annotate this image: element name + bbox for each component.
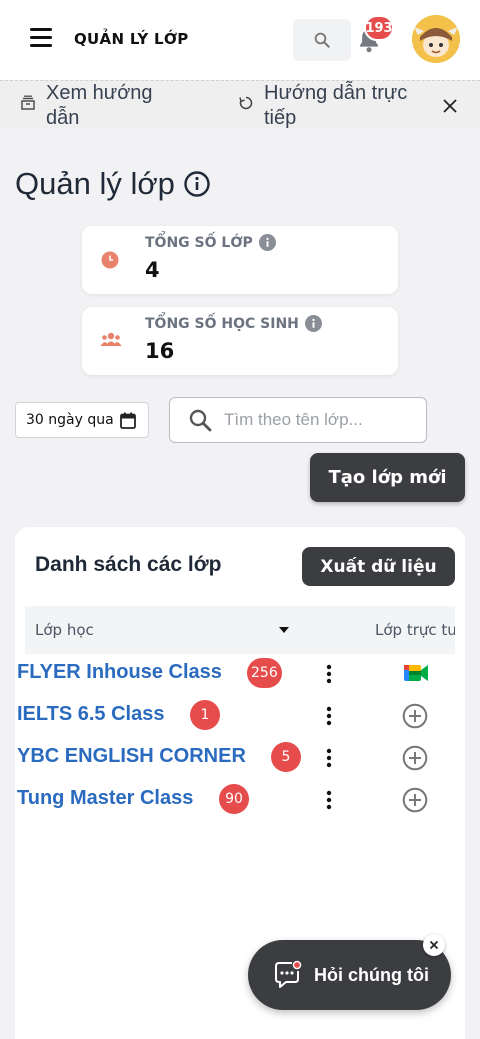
stat-label: TỔNG SỐ LỚP [145,234,276,251]
create-class-button[interactable]: Tạo lớp mới [310,453,465,502]
table-header: Lớp học Lớp trực tu [25,606,455,654]
student-count-badge: 5 [271,742,301,772]
class-name-link[interactable]: YBC ENGLISH CORNER [17,745,246,768]
class-name-link[interactable]: Tung Master Class [17,787,193,810]
clock-icon [101,251,119,269]
class-list-title: Danh sách các lớp [35,553,222,576]
view-guide-label: Xem hướng dẫn [46,82,153,129]
class-name-link[interactable]: FLYER Inhouse Class [17,661,222,684]
close-icon [429,940,439,950]
stat-value: 4 [145,258,160,282]
search-icon [314,32,330,48]
ask-us-chat-button[interactable]: Hỏi chúng tôi [248,940,451,1010]
page-title-text: Quản lý lớp [15,166,175,201]
stat-card-total-classes: TỔNG SỐ LỚP 4 [82,226,398,294]
info-icon[interactable] [304,315,322,332]
table-row: IELTS 6.5 Class 1 [17,700,447,732]
avatar[interactable] [412,15,460,63]
top-bar: QUẢN LÝ LỚP 193 [0,0,480,80]
date-range-value: 30 ngày qua [26,412,114,428]
close-icon[interactable] [440,96,460,116]
student-count-badge: 90 [219,784,249,814]
add-circle-icon[interactable] [402,703,428,729]
stat-label-text: TỔNG SỐ LỚP [145,234,253,251]
users-icon [100,332,122,346]
table-row: YBC ENGLISH CORNER 5 [17,742,447,774]
view-guide-link[interactable]: Xem hướng dẫn [20,81,186,131]
stat-value: 16 [145,339,175,363]
guide-bar: Xem hướng dẫn Hướng dẫn trực tiếp [0,80,480,131]
more-options-icon[interactable] [326,664,332,684]
chat-icon [275,960,302,988]
add-circle-icon[interactable] [402,745,428,771]
stat-label-text: TỔNG SỐ HỌC SINH [145,315,299,332]
more-options-icon[interactable] [326,706,332,726]
table-row: Tung Master Class 90 [17,784,447,816]
google-meet-icon[interactable] [402,661,430,685]
search-button[interactable] [293,19,351,61]
info-icon[interactable] [183,170,211,198]
notification-badge: 193 [364,15,394,41]
sort-down-icon[interactable] [279,627,289,634]
live-guide-label: Hướng dẫn trực tiếp [264,82,408,129]
refresh-icon [239,96,253,110]
chat-label: Hỏi chúng tôi [314,964,429,985]
page-title: Quản lý lớp [15,166,211,202]
column-header-class[interactable]: Lớp học [35,621,94,639]
class-name-link[interactable]: IELTS 6.5 Class [17,703,164,726]
student-count-badge: 1 [190,700,220,730]
class-search-box [169,397,427,443]
add-circle-icon[interactable] [402,787,428,813]
stat-card-total-students: TỔNG SỐ HỌC SINH 16 [82,307,398,375]
live-guide-link[interactable]: Hướng dẫn trực tiếp [238,81,434,131]
student-count-badge: 256 [247,658,282,688]
more-options-icon[interactable] [326,790,332,810]
app-title: QUẢN LÝ LỚP [74,30,189,48]
class-search-input[interactable] [224,410,414,430]
info-icon[interactable] [258,234,276,251]
table-row: FLYER Inhouse Class 256 [17,658,447,690]
calendar-icon [120,412,136,429]
chat-close-button[interactable] [423,934,445,956]
export-data-button[interactable]: Xuất dữ liệu [302,547,455,586]
column-header-online-class[interactable]: Lớp trực tu [375,621,455,639]
book-icon [21,95,35,110]
menu-icon[interactable] [30,28,56,50]
search-icon [189,409,212,432]
more-options-icon[interactable] [326,748,332,768]
stat-label: TỔNG SỐ HỌC SINH [145,315,322,332]
date-range-picker[interactable]: 30 ngày qua [15,402,149,438]
